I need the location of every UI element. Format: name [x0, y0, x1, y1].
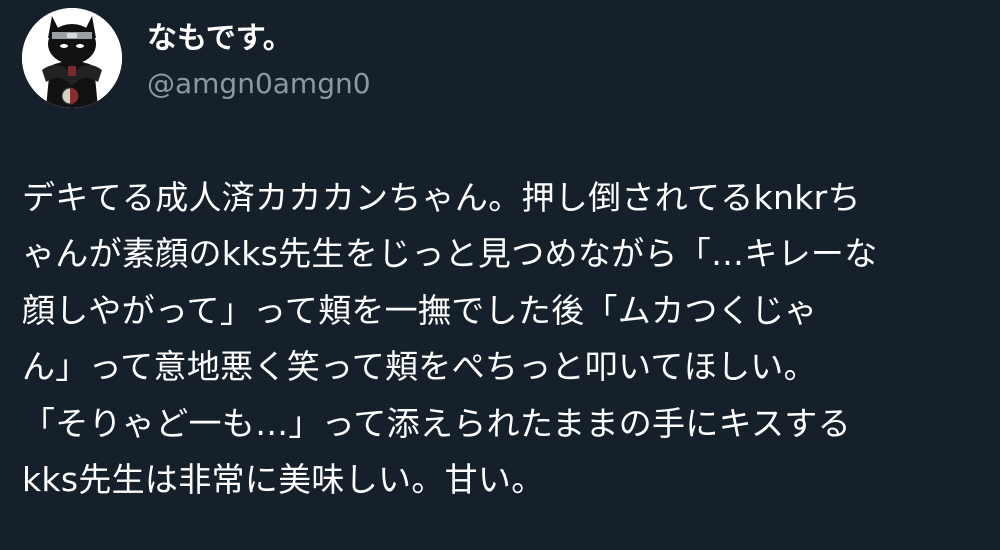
- tweet-text-line: kks先生は非常に美味しい。甘い。: [22, 459, 545, 499]
- tweet-text-line: 顔しやがって」って頬を一撫でした後「ムカつくじゃ: [22, 290, 818, 330]
- cat-character-avatar-icon: [22, 8, 122, 108]
- tweet-text-line: ゃんが素顔のkks先生をじっと見つめながら「…キレーな: [22, 234, 878, 274]
- tweet-text: デキてる成人済カカカンちゃん。押し倒されてるknkrち ゃんが素顔のkks先生を…: [22, 170, 982, 508]
- tweet-card: なもです。 @amgn0amgn0 デキてる成人済カカカンちゃん。押し倒されてる…: [0, 0, 1000, 550]
- tweet-text-line: デキてる成人済カカカンちゃん。押し倒されてるknkrち: [22, 178, 861, 217]
- avatar[interactable]: [22, 8, 122, 108]
- tweet-text-line: ん」って意地悪く笑って頬をぺちっと叩いてほしい。: [22, 347, 817, 387]
- tweet-text-line: 「そりゃど一も…」って添えられたままの手にキスする: [22, 403, 851, 443]
- display-name[interactable]: なもです。: [147, 19, 293, 59]
- user-handle[interactable]: @amgn0amgn0: [147, 66, 371, 102]
